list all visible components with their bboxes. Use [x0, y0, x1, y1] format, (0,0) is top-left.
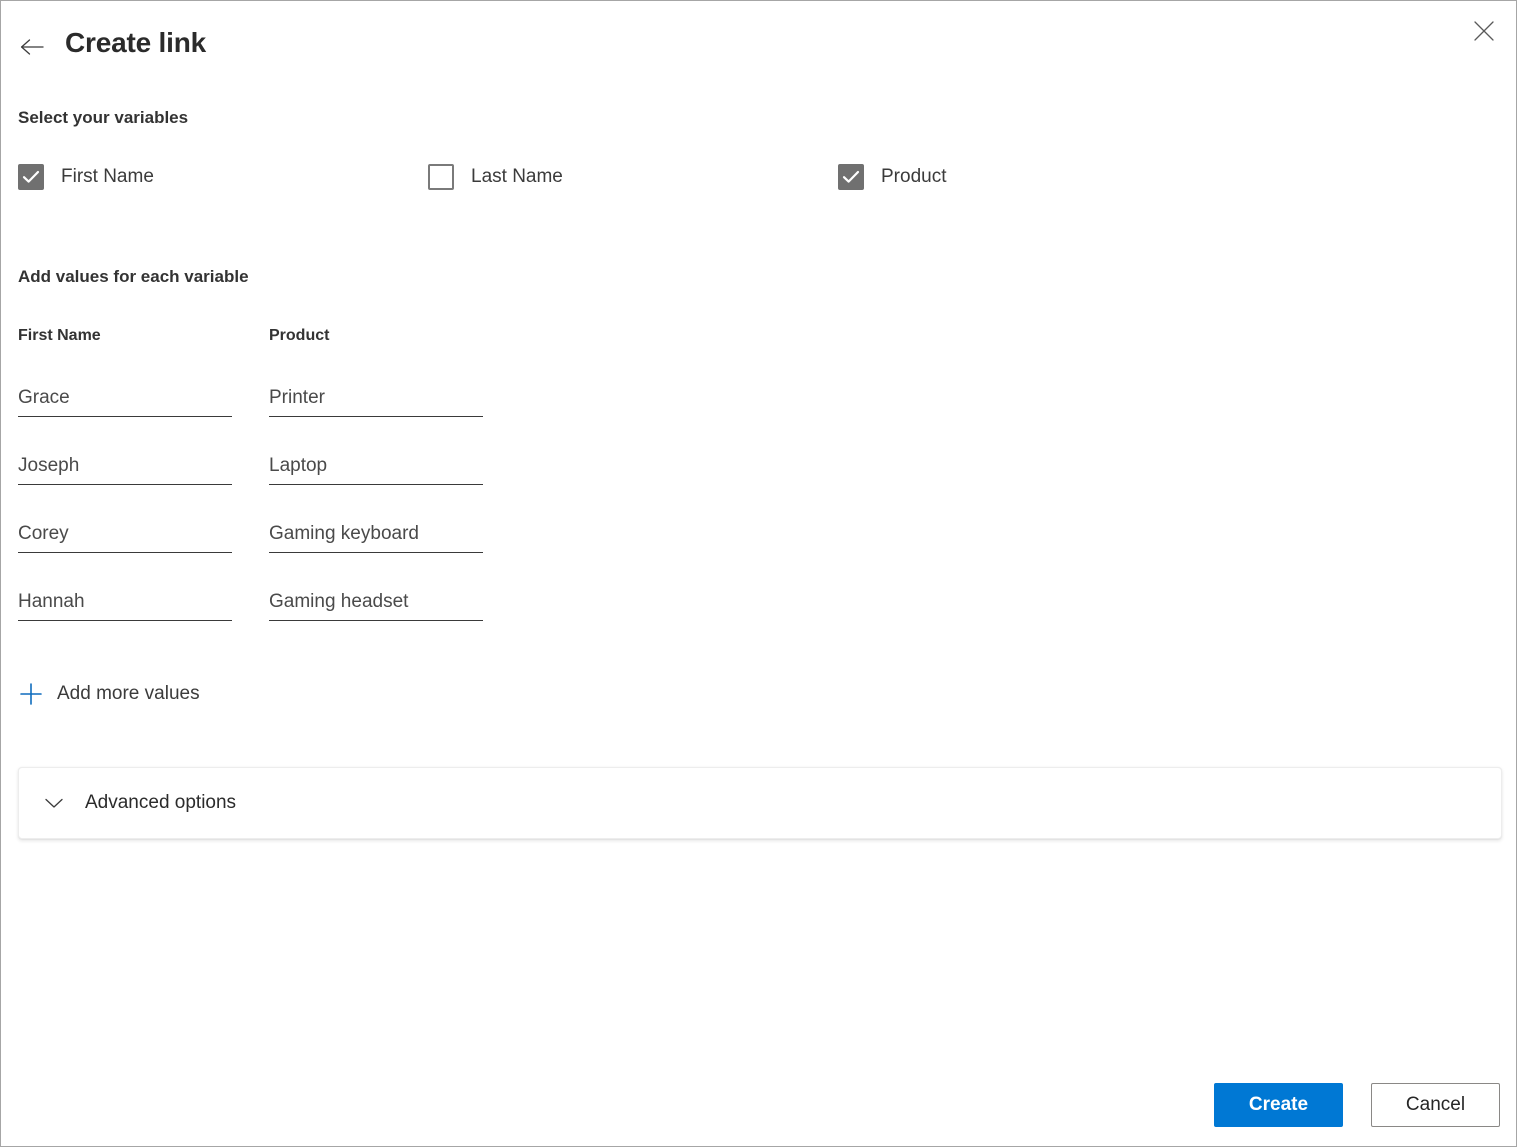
- value-field: [269, 523, 483, 553]
- add-more-values-label: Add more values: [57, 683, 200, 704]
- plus-icon: [18, 681, 44, 707]
- value-field: [269, 591, 483, 621]
- value-input-first-name-2[interactable]: [18, 455, 232, 485]
- back-button[interactable]: [17, 26, 47, 68]
- checkbox-product[interactable]: Product: [838, 161, 946, 193]
- checkbox-unchecked-icon: [428, 164, 454, 190]
- create-button[interactable]: Create: [1214, 1083, 1343, 1127]
- checkbox-last-name[interactable]: Last Name: [428, 161, 563, 193]
- column-header-first-name: First Name: [18, 327, 101, 344]
- checkbox-checked-icon: [838, 164, 864, 190]
- add-more-values-button[interactable]: Add more values: [18, 677, 200, 711]
- select-variables-heading: Select your variables: [18, 108, 189, 127]
- value-input-product-4[interactable]: [269, 591, 483, 621]
- page-title: Create link: [65, 27, 206, 58]
- value-input-product-2[interactable]: [269, 455, 483, 485]
- close-button[interactable]: [1466, 14, 1502, 48]
- advanced-options-toggle[interactable]: Advanced options: [18, 767, 1502, 839]
- value-field: [269, 455, 483, 485]
- value-input-product-3[interactable]: [269, 523, 483, 553]
- variables-checkbox-row: First Name Last Name Product: [1, 161, 1516, 193]
- column-header-product: Product: [269, 327, 330, 344]
- cancel-button[interactable]: Cancel: [1371, 1083, 1500, 1127]
- value-input-first-name-4[interactable]: [18, 591, 232, 621]
- advanced-options-label: Advanced options: [85, 792, 237, 813]
- dialog-footer: Create Cancel: [1, 1060, 1516, 1146]
- chevron-down-icon: [43, 792, 65, 814]
- close-icon: [1474, 21, 1494, 41]
- add-values-heading: Add values for each variable: [18, 267, 249, 286]
- checkbox-label-first-name: First Name: [61, 166, 154, 187]
- checkbox-label-last-name: Last Name: [471, 166, 563, 187]
- value-input-product-1[interactable]: [269, 387, 483, 417]
- value-field: [269, 387, 483, 417]
- arrow-left-icon: [20, 39, 44, 55]
- value-field: [18, 523, 232, 553]
- dialog-header: Create link: [1, 1, 1516, 93]
- checkbox-checked-icon: [18, 164, 44, 190]
- value-column-first-name: First Name: [18, 327, 232, 621]
- value-input-first-name-3[interactable]: [18, 523, 232, 553]
- value-field: [18, 387, 232, 417]
- value-field: [18, 591, 232, 621]
- create-link-dialog: Create link Select your variables First …: [0, 0, 1517, 1147]
- checkbox-label-product: Product: [881, 166, 947, 187]
- value-column-product: Product: [269, 327, 483, 621]
- value-field: [18, 455, 232, 485]
- checkbox-first-name[interactable]: First Name: [18, 161, 154, 193]
- value-input-first-name-1[interactable]: [18, 387, 232, 417]
